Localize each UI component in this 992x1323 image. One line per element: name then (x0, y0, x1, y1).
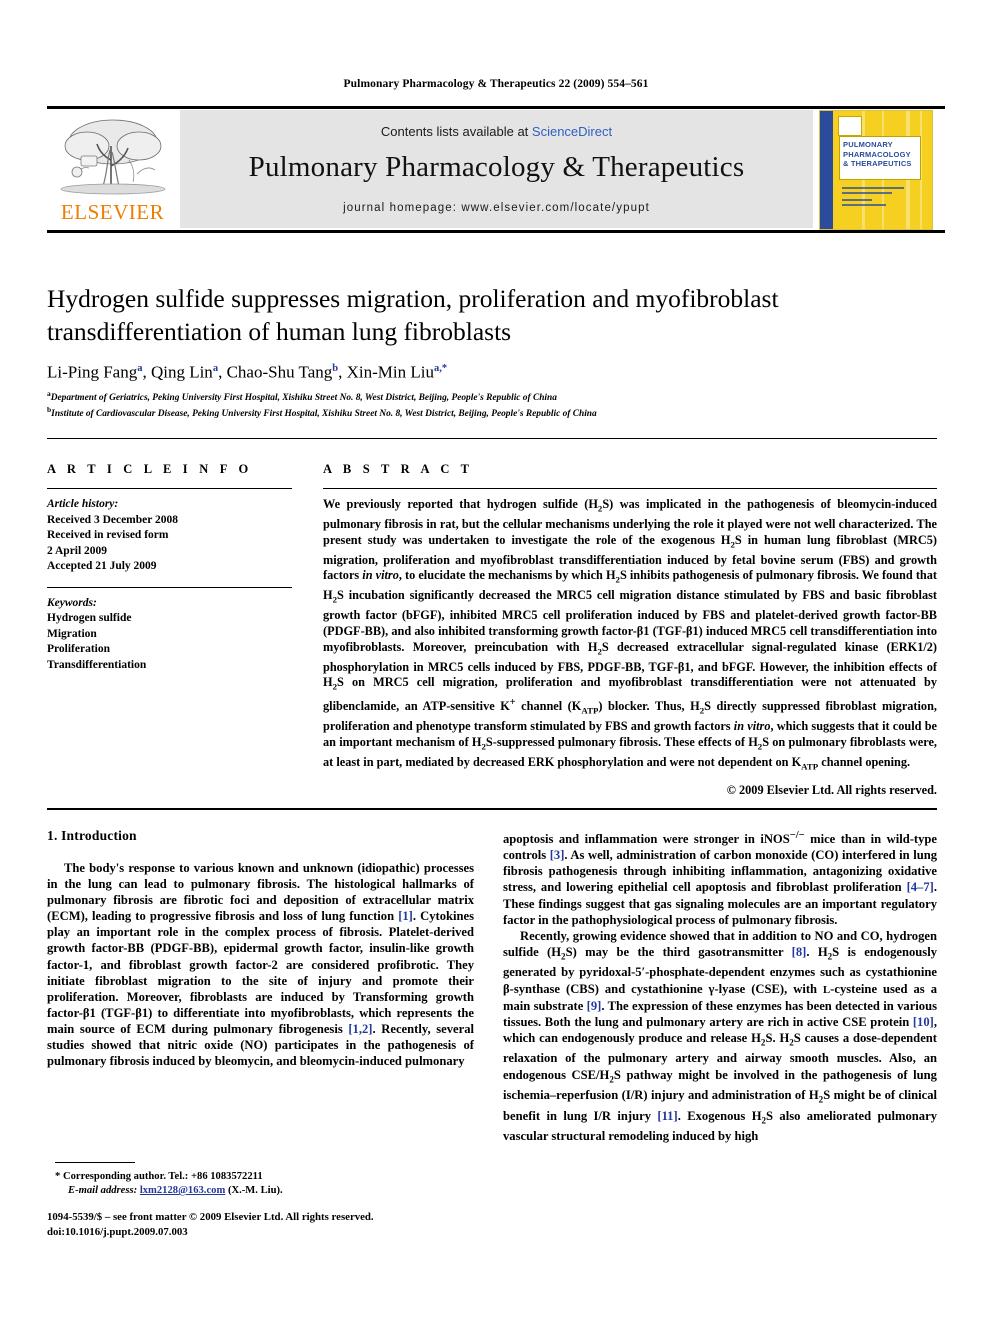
contents-available-line: Contents lists available at ScienceDirec… (180, 124, 813, 139)
author-name: Chao-Shu Tang (226, 362, 333, 382)
keyword-item: Proliferation (47, 643, 111, 655)
introduction-column-right: apoptosis and inflammation were stronger… (503, 828, 937, 1144)
abstract-heading: A B S T R A C T (323, 462, 474, 476)
contents-prefix: Contents lists available at (380, 124, 532, 139)
intro-paragraph-1-cont: apoptosis and inflammation were stronger… (503, 830, 938, 927)
author-mark: a (212, 363, 219, 374)
journal-title: Pulmonary Pharmacology & Therapeutics (248, 151, 745, 183)
article-history-item: Received 3 December 2008 (47, 513, 179, 526)
keyword-item: Migration (47, 627, 97, 640)
footnote-rule (55, 1162, 135, 1163)
email-label: E-mail address: (68, 1185, 138, 1196)
footnote-block: * Corresponding author. Tel.: +86 108357… (55, 1170, 475, 1198)
imprint-block: 1094-5539/$ – see front matter © 2009 El… (47, 1210, 477, 1239)
journal-band: Contents lists available at ScienceDirec… (180, 110, 813, 228)
author-list: Li-Ping Fanga, Qing Lina, Chao-Shu Tangb… (47, 362, 448, 382)
imprint-front-matter: 1094-5539/$ – see front matter © 2009 El… (47, 1211, 374, 1223)
sciencedirect-link[interactable]: ScienceDirect (532, 124, 612, 139)
keywords-label: Keywords: (47, 596, 97, 609)
cover-side-bar (820, 111, 833, 229)
imprint-doi: doi:10.1016/j.pupt.2009.07.003 (47, 1225, 188, 1238)
affiliation-item: bInstitute of Cardiovascular Disease, Pe… (47, 404, 937, 420)
cover-title-line3: & THERAPEUTICS (843, 159, 912, 168)
journal-cover-thumbnail[interactable]: PULMONARY PHARMACOLOGY & THERAPEUTICS (819, 110, 933, 230)
running-head: Pulmonary Pharmacology & Therapeutics 22… (343, 78, 649, 90)
article-history-item: Accepted 21 July 2009 (47, 560, 157, 572)
abstract-text: We previously reported that hydrogen sul… (323, 497, 937, 772)
email-link[interactable]: lxm2128@163.com (140, 1185, 225, 1196)
article-history-label: Article history: (47, 498, 119, 510)
affiliation-text: Department of Geriatrics, Peking Univers… (50, 393, 557, 404)
abstract-divider (323, 488, 937, 489)
article-history-item: 2 April 2009 (47, 544, 108, 557)
author-mark: a,* (433, 363, 448, 374)
elsevier-wordmark: ELSEVIER (60, 200, 165, 224)
affiliation-item: aDepartment of Geriatrics, Peking Univer… (47, 388, 937, 404)
article-info-divider (47, 488, 292, 489)
email-note: E-mail address: lxm2128@163.com (X.-M. L… (55, 1184, 475, 1198)
cover-title-line2: PHARMACOLOGY (843, 149, 911, 159)
affiliation-list: aDepartment of Geriatrics, Peking Univer… (47, 388, 937, 420)
elsevier-logo: ELSEVIER (49, 114, 176, 226)
abstract-column: A B S T R A C T We previously reported t… (323, 462, 937, 798)
author-name: Li-Ping Fang (47, 362, 138, 382)
info-block-top-rule (47, 438, 937, 439)
affiliation-text: Institute of Cardiovascular Disease, Pek… (51, 409, 597, 420)
keyword-item: Transdifferentiation (47, 658, 147, 671)
cover-text-lines (842, 187, 912, 209)
article-info-column: A R T I C L E I N F O Article history: R… (47, 462, 292, 673)
page-title: Hydrogen sulfide suppresses migration, p… (47, 284, 779, 346)
introduction-column-left: 1. Introduction The body's response to v… (47, 828, 474, 1069)
paper-page: Pulmonary Pharmacology & Therapeutics 22… (0, 0, 992, 1323)
corresponding-author-note: * Corresponding author. Tel.: +86 108357… (55, 1171, 263, 1182)
journal-homepage[interactable]: journal homepage: www.elsevier.com/locat… (180, 202, 813, 214)
article-info-heading: A R T I C L E I N F O (47, 462, 253, 476)
journal-masthead: ELSEVIER Contents lists available at Sci… (47, 106, 945, 233)
intro-paragraph-1: The body's response to various known and… (47, 861, 474, 1069)
cover-title-box: PULMONARY PHARMACOLOGY & THERAPEUTICS (839, 136, 921, 180)
elsevier-tree-icon (60, 119, 166, 195)
cover-title-line1: PULMONARY (843, 140, 893, 149)
cover-elsevier-mark-icon (838, 116, 862, 136)
keyword-item: Hydrogen sulfide (47, 612, 132, 624)
author-mark: b (332, 363, 339, 374)
abstract-copyright: © 2009 Elsevier Ltd. All rights reserved… (726, 783, 937, 798)
masthead-top-rule (47, 106, 945, 109)
author-name: Xin-Min Liu (346, 362, 434, 382)
info-block-bottom-rule (47, 808, 937, 810)
article-history-item: Received in revised form (47, 529, 169, 541)
introduction-heading: 1. Introduction (47, 828, 137, 843)
masthead-bottom-rule (47, 230, 945, 233)
keywords-divider (47, 586, 292, 588)
author-mark: a (137, 363, 143, 374)
author-name: Qing Lin (150, 362, 213, 382)
intro-paragraph-2: Recently, growing evidence showed that i… (503, 928, 937, 1144)
email-owner: (X.-M. Liu). (227, 1185, 283, 1196)
